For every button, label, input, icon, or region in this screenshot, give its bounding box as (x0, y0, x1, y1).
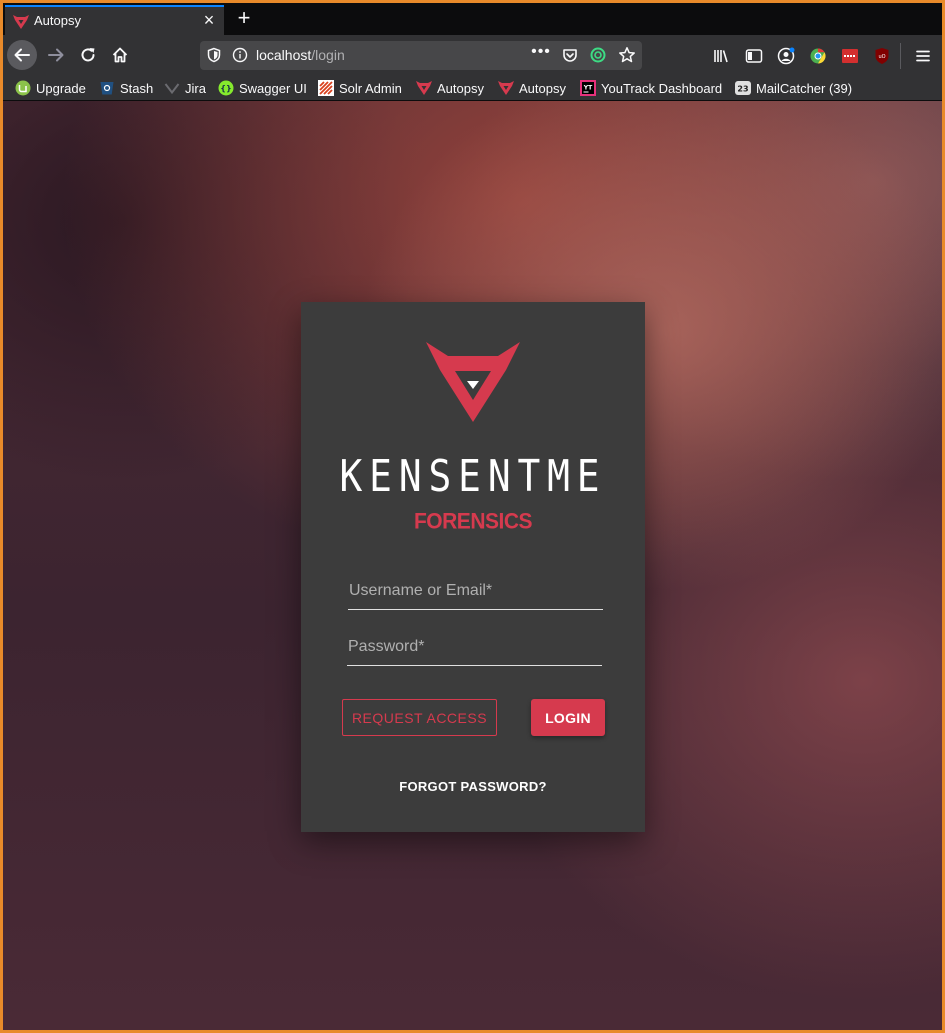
tab-title: Autopsy (34, 13, 81, 28)
jira-icon (164, 83, 180, 95)
url-bar[interactable]: localhost/login ••• (200, 41, 642, 70)
bookmark-jira[interactable]: Jira (164, 79, 206, 97)
tab-autopsy[interactable]: Autopsy × (5, 5, 224, 35)
mailcatcher-icon: 23 (735, 81, 751, 95)
mint-icon (15, 80, 31, 96)
reload-icon (81, 48, 95, 62)
arrow-left-icon (14, 48, 30, 62)
swagger-icon: {} (218, 80, 234, 96)
login-card: KENSENTME FORENSICS REQUEST ACCESS LOGIN… (301, 302, 645, 832)
toolbar-separator (900, 43, 901, 69)
forgot-password-link[interactable]: FORGOT PASSWORD? (301, 779, 645, 794)
bookmark-star-icon[interactable] (618, 46, 636, 64)
bookmark-stash[interactable]: Stash (99, 79, 153, 97)
bookmark-label: YouTrack Dashboard (601, 80, 723, 96)
info-icon[interactable] (232, 47, 248, 63)
brand-subtitle: FORENSICS (413, 509, 533, 534)
autopsy-favicon-icon (13, 15, 29, 29)
tab-close-icon[interactable]: × (200, 10, 218, 30)
bookmark-upgrade[interactable]: Upgrade (15, 79, 86, 97)
bookmark-label: Autopsy (519, 80, 566, 96)
arrow-right-icon (48, 48, 64, 62)
bookmark-label: Jira (185, 80, 206, 96)
home-button[interactable] (105, 40, 135, 70)
sidebar-icon[interactable] (745, 47, 763, 65)
back-button[interactable] (7, 40, 37, 70)
library-icon[interactable] (713, 47, 731, 65)
forward-button[interactable] (41, 40, 71, 70)
reload-button[interactable] (73, 40, 103, 70)
svg-text:{}: {} (220, 84, 231, 93)
bookmark-swagger-ui[interactable]: {} Swagger UI (218, 79, 307, 97)
navigation-bar: localhost/login ••• uO (3, 35, 942, 75)
ublock-origin-icon[interactable]: uO (873, 47, 891, 65)
shield-icon[interactable] (206, 47, 222, 63)
svg-text:uO: uO (878, 54, 885, 60)
login-button[interactable]: LOGIN (531, 699, 605, 736)
bookmark-mailcatcher[interactable]: 23 MailCatcher (39) (735, 79, 852, 97)
url-text[interactable]: localhost/login (256, 47, 345, 63)
bookmark-label: MailCatcher (39) (756, 80, 853, 96)
bookmark-label: Swagger UI (239, 80, 307, 96)
bookmark-autopsy-1[interactable]: Autopsy (416, 79, 484, 97)
extension-ring-icon[interactable] (590, 47, 606, 63)
stash-icon (100, 82, 114, 95)
url-path: /login (311, 47, 345, 63)
pocket-icon[interactable] (562, 47, 578, 63)
account-icon[interactable] (777, 47, 795, 65)
home-icon (112, 47, 128, 63)
brand-wordmark: KENSENTME (339, 451, 607, 502)
svg-text:YT: YT (583, 85, 593, 92)
url-host: localhost (256, 47, 312, 63)
kensentme-logo-icon (426, 342, 520, 422)
youtrack-icon: YT (580, 80, 596, 96)
request-access-button[interactable]: REQUEST ACCESS (342, 699, 497, 736)
page-actions-more-icon[interactable]: ••• (530, 43, 552, 67)
username-field (348, 576, 603, 610)
bookmark-label: Autopsy (437, 80, 484, 96)
password-manager-icon[interactable] (841, 47, 859, 65)
solr-icon (318, 80, 334, 96)
bookmark-youtrack-dashboard[interactable]: YT YouTrack Dashboard (580, 79, 722, 97)
bookmark-solr-admin[interactable]: Solr Admin (318, 79, 402, 97)
bookmark-label: Solr Admin (339, 80, 402, 96)
autopsy-icon (416, 81, 432, 95)
new-tab-button[interactable]: + (232, 6, 256, 32)
autopsy-icon (498, 81, 514, 95)
svg-text:23: 23 (737, 85, 748, 94)
password-field (347, 632, 602, 666)
bookmark-autopsy-2[interactable]: Autopsy (498, 79, 566, 97)
hamburger-menu-icon[interactable] (914, 47, 932, 65)
page-background: KENSENTME FORENSICS REQUEST ACCESS LOGIN… (3, 101, 942, 1030)
bookmark-label: Upgrade (36, 80, 86, 96)
bookmark-label: Stash (120, 80, 154, 96)
bookmarks-toolbar: Upgrade Stash Jira {} Swagger UI Solr Ad… (3, 75, 942, 101)
username-input[interactable] (348, 576, 603, 606)
tab-strip: Autopsy × + (3, 3, 942, 35)
browser-window: Autopsy × + localhost/login ••• uO Upgra… (3, 3, 942, 1030)
chrome-extension-icon[interactable] (809, 47, 827, 65)
password-input[interactable] (347, 632, 602, 662)
